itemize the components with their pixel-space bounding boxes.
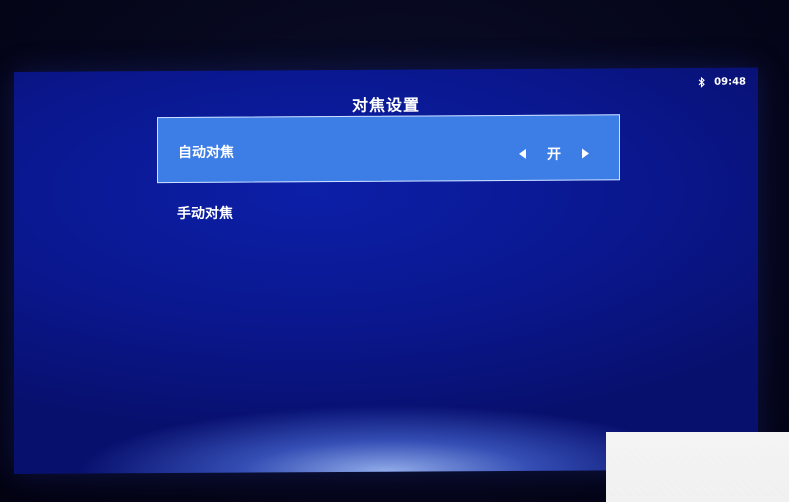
projector-screen: 09:48 对焦设置 自动对焦 开 手动对焦 [14, 67, 758, 474]
menu-item-label: 自动对焦 [178, 144, 234, 161]
right-arrow-icon[interactable] [581, 148, 589, 159]
page-title: 对焦设置 [351, 95, 420, 115]
value-selector[interactable]: 开 [519, 143, 589, 163]
option-value: 开 [547, 146, 561, 163]
menu-item-manual-focus[interactable]: 手动对焦 [157, 182, 620, 241]
room-background: 09:48 对焦设置 自动对焦 开 手动对焦 [0, 0, 789, 502]
menu-item-auto-focus[interactable]: 自动对焦 开 [157, 114, 620, 184]
bluetooth-icon [698, 76, 705, 88]
clock-time: 09:48 [714, 76, 746, 88]
watermark-overlay [606, 432, 789, 502]
status-bar: 09:48 [698, 77, 746, 88]
menu-item-label: 手动对焦 [177, 205, 233, 223]
left-arrow-icon[interactable] [519, 148, 527, 159]
